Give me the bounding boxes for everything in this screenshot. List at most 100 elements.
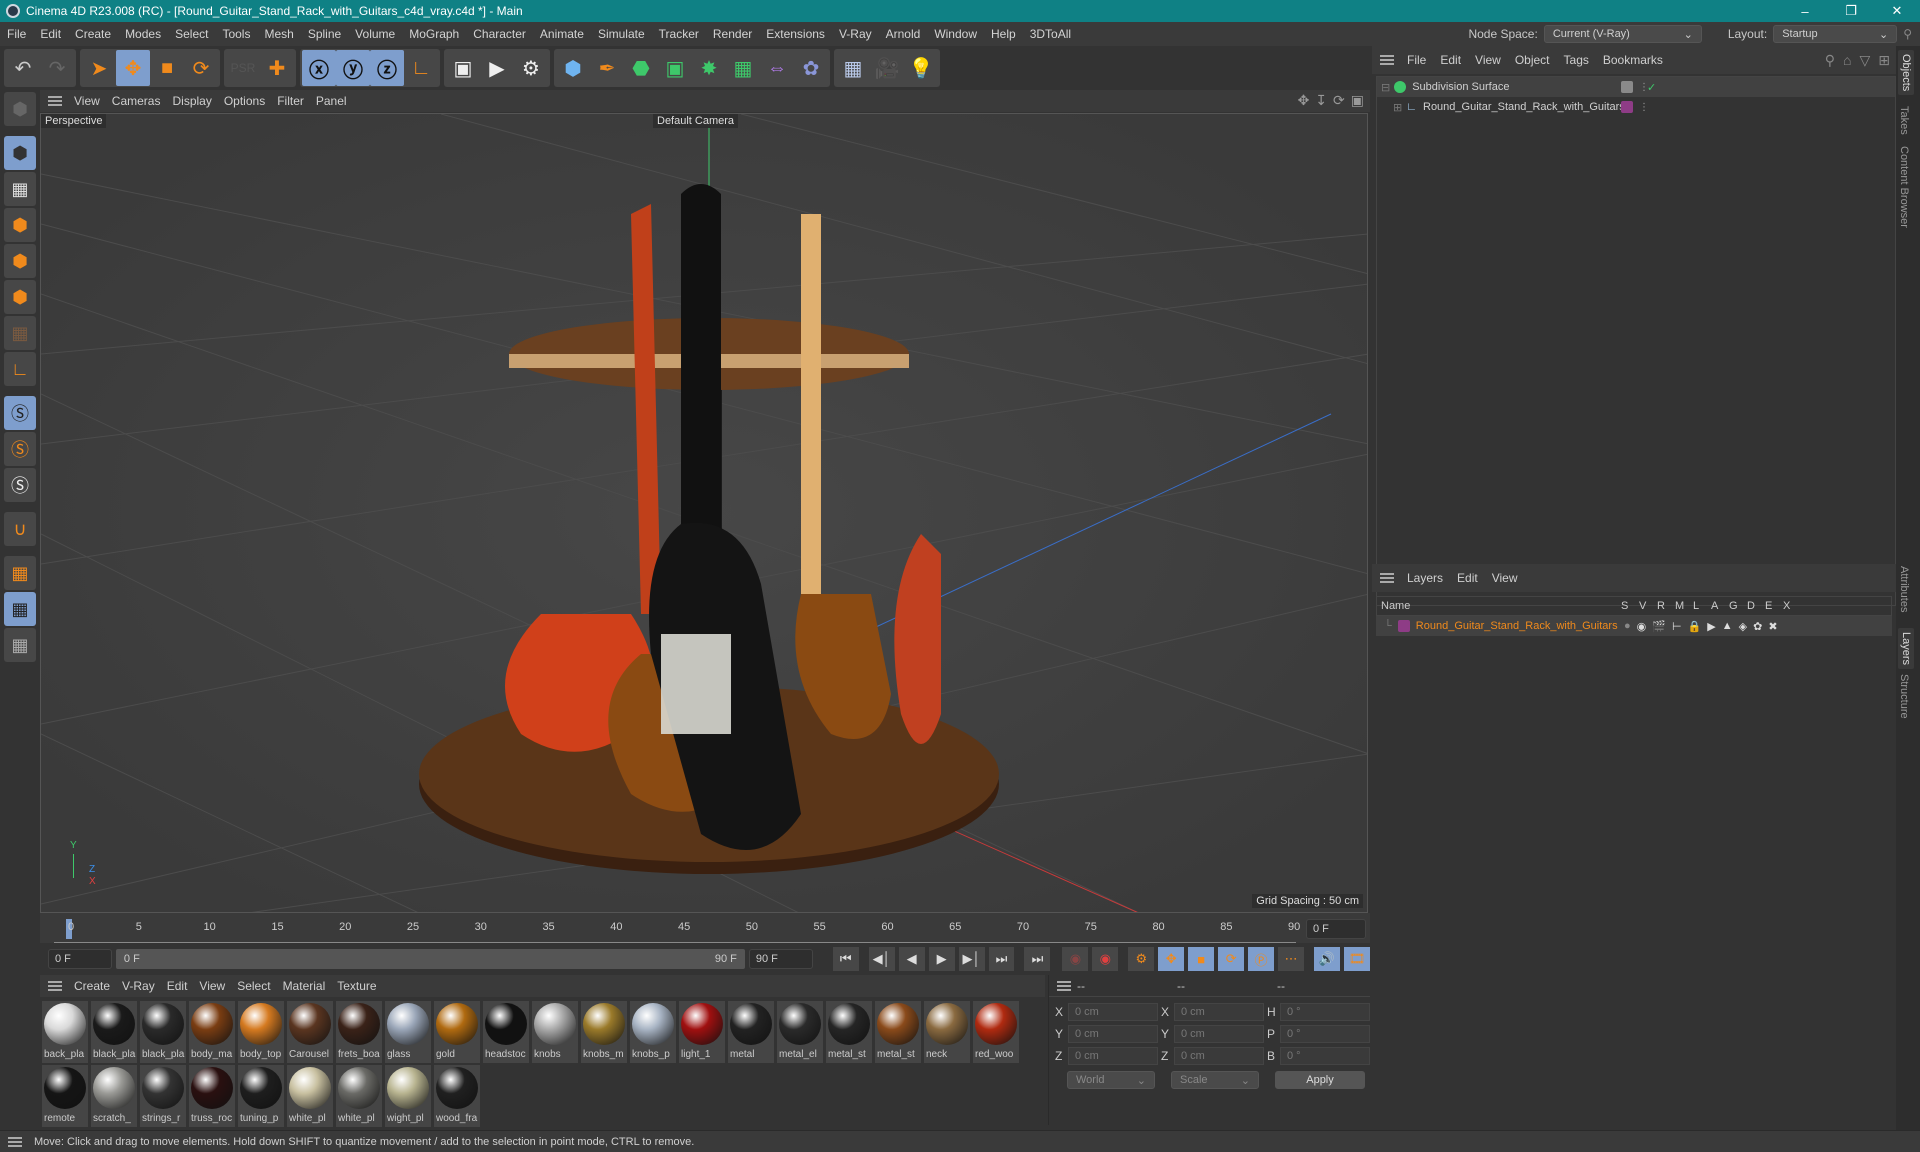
film-icon[interactable]: 🎞 xyxy=(1344,947,1370,971)
soft-selection-icon[interactable]: Ⓢ xyxy=(4,468,36,502)
menu-tracker[interactable]: Tracker xyxy=(652,27,706,41)
floor-icon[interactable]: ▦ xyxy=(836,50,870,86)
pos-x-field[interactable]: 0 cm xyxy=(1068,1003,1158,1021)
editor-visibility-icon[interactable] xyxy=(1621,81,1633,93)
psr-icon[interactable]: PSR xyxy=(226,50,260,86)
world-coords-icon[interactable]: ∟ xyxy=(404,50,438,86)
light-icon[interactable]: 💡 xyxy=(904,50,938,86)
lock-toggle-icon[interactable]: 🔒 xyxy=(1688,620,1702,633)
close-button[interactable]: ✕ xyxy=(1874,0,1920,22)
objects-menu-object[interactable]: Object xyxy=(1508,53,1557,67)
material-swatch[interactable]: knobs_m xyxy=(581,1001,627,1063)
rot-b-field[interactable]: 0 ° xyxy=(1280,1047,1370,1065)
model-mode-icon[interactable]: ⬢ xyxy=(4,136,36,170)
key-scale-icon[interactable]: ■ xyxy=(1188,947,1215,971)
timeline-ruler[interactable]: 0 5 10 15 20 25 30 35 40 45 50 55 60 65 70 75 80 85 90 xyxy=(54,913,1300,943)
uv-mode-icon[interactable]: ▦ xyxy=(4,316,36,350)
expressions-toggle-icon[interactable]: ✿ xyxy=(1753,620,1762,633)
material-swatch[interactable]: tuning_p xyxy=(238,1065,284,1127)
viewport-menu-display[interactable]: Display xyxy=(166,94,217,108)
material-swatch[interactable]: remote xyxy=(42,1065,88,1127)
cloner-icon[interactable]: ✸ xyxy=(692,50,726,86)
material-swatch[interactable]: body_ma xyxy=(189,1001,235,1063)
material-swatch[interactable]: headstoc xyxy=(483,1001,529,1063)
menu-create[interactable]: Create xyxy=(68,27,118,41)
layer-name[interactable]: Round_Guitar_Stand_Rack_with_Guitars xyxy=(1416,620,1618,632)
material-menu-texture[interactable]: Texture xyxy=(331,979,382,993)
minimize-button[interactable]: – xyxy=(1782,0,1828,22)
manager-toggle-icon[interactable]: ⊢ xyxy=(1672,620,1682,633)
hamburger-menu-icon[interactable] xyxy=(1380,573,1394,583)
objects-menu-view[interactable]: View xyxy=(1468,53,1508,67)
array-icon[interactable]: ▦ xyxy=(726,50,760,86)
start-frame-field[interactable]: 0 F xyxy=(48,949,112,969)
material-swatch[interactable]: white_pl xyxy=(287,1065,333,1127)
record-keys-icon[interactable]: ◉ xyxy=(1062,947,1089,971)
layers-menu-edit[interactable]: Edit xyxy=(1450,571,1485,585)
hamburger-menu-icon[interactable] xyxy=(48,96,62,106)
menu-render[interactable]: Render xyxy=(706,27,759,41)
tab-takes[interactable]: Takes xyxy=(1898,106,1910,135)
tab-layers[interactable]: Layers xyxy=(1898,628,1914,670)
goto-start-button[interactable]: ⏮ xyxy=(832,947,859,971)
z-axis-icon[interactable]: ⓩ xyxy=(370,50,404,86)
coordinate-add-icon[interactable]: ✚ xyxy=(260,50,294,86)
pen-icon[interactable]: ✒ xyxy=(590,50,624,86)
layers-menu-layers[interactable]: Layers xyxy=(1400,571,1450,585)
locked-workplane-icon[interactable]: ▦ xyxy=(4,592,36,626)
node-space-dropdown[interactable]: Current (V-Ray) ⌄ xyxy=(1543,25,1702,43)
viewport-menu-cameras[interactable]: Cameras xyxy=(106,94,167,108)
hamburger-menu-icon[interactable] xyxy=(1380,55,1394,65)
restore-button[interactable]: ❐ xyxy=(1828,0,1874,22)
pos-y-field[interactable]: 0 cm xyxy=(1068,1025,1158,1043)
material-swatch[interactable]: knobs xyxy=(532,1001,578,1063)
viewport-menu-panel[interactable]: Panel xyxy=(310,94,353,108)
size-z-field[interactable]: 0 cm xyxy=(1174,1047,1264,1065)
material-swatch[interactable]: truss_roc xyxy=(189,1065,235,1127)
menu-simulate[interactable]: Simulate xyxy=(591,27,652,41)
edges-mode-icon[interactable]: ⬢ xyxy=(4,244,36,278)
generators-toggle-icon[interactable]: ▲ xyxy=(1722,620,1733,633)
menu-edit[interactable]: Edit xyxy=(33,27,68,41)
next-key-button[interactable]: ⏭ xyxy=(988,947,1015,971)
workplane-icon[interactable]: ▦ xyxy=(4,556,36,590)
end-frame-field[interactable]: 90 F xyxy=(748,949,813,969)
layer-row[interactable]: └ Round_Guitar_Stand_Rack_with_Guitars ●… xyxy=(1376,616,1892,636)
menu-window[interactable]: Window xyxy=(927,27,984,41)
object-row[interactable]: ⊞ ∟ Round_Guitar_Stand_Rack_with_Guitars… xyxy=(1377,97,1895,117)
rot-h-field[interactable]: 0 ° xyxy=(1280,1003,1370,1021)
material-swatch[interactable]: red_woo xyxy=(973,1001,1019,1063)
goto-end-button[interactable]: ⏭ xyxy=(1024,947,1051,971)
rot-p-field[interactable]: 0 ° xyxy=(1280,1025,1370,1043)
deformer-icon[interactable]: ✿ xyxy=(794,50,828,86)
objects-menu-file[interactable]: File xyxy=(1400,53,1433,67)
hamburger-menu-icon[interactable] xyxy=(48,981,62,991)
material-menu-create[interactable]: Create xyxy=(68,979,116,993)
menu-extensions[interactable]: Extensions xyxy=(759,27,832,41)
sound-icon[interactable]: 🔊 xyxy=(1314,947,1340,971)
object-row[interactable]: ⊟ Subdivision Surface ⋮ ✓ xyxy=(1377,77,1895,97)
deformers-toggle-icon[interactable]: ◈ xyxy=(1739,620,1747,633)
menu-character[interactable]: Character xyxy=(466,27,533,41)
layer-color-swatch[interactable] xyxy=(1397,620,1410,632)
objects-menu-edit[interactable]: Edit xyxy=(1433,53,1468,67)
expand-icon[interactable]: ⊞ xyxy=(1393,101,1402,114)
viewport-menu-filter[interactable]: Filter xyxy=(271,94,310,108)
coord-mode-dropdown[interactable]: Scale ⌄ xyxy=(1171,1071,1259,1089)
menu-3dtoall[interactable]: 3DToAll xyxy=(1023,27,1078,41)
subdivision-icon[interactable]: ⬣ xyxy=(624,50,658,86)
search-icon[interactable]: ⚲ xyxy=(1825,52,1835,69)
tab-content-browser[interactable]: Content Browser xyxy=(1898,146,1910,228)
menu-tools[interactable]: Tools xyxy=(215,27,257,41)
objects-menu-bookmarks[interactable]: Bookmarks xyxy=(1596,53,1670,67)
objects-menu-tags[interactable]: Tags xyxy=(1557,53,1596,67)
material-swatch[interactable]: metal_el xyxy=(777,1001,823,1063)
key-position-icon[interactable]: ✥ xyxy=(1158,947,1185,971)
menu-modes[interactable]: Modes xyxy=(118,27,168,41)
rotate-icon[interactable]: ⟳ xyxy=(184,50,218,86)
render-view-icon[interactable]: ▣ xyxy=(446,50,480,86)
material-swatch[interactable]: scratch_ xyxy=(91,1065,137,1127)
menu-select[interactable]: Select xyxy=(168,27,215,41)
maximize-view-icon[interactable]: ▣ xyxy=(1351,92,1364,109)
menu-file[interactable]: File xyxy=(0,27,33,41)
